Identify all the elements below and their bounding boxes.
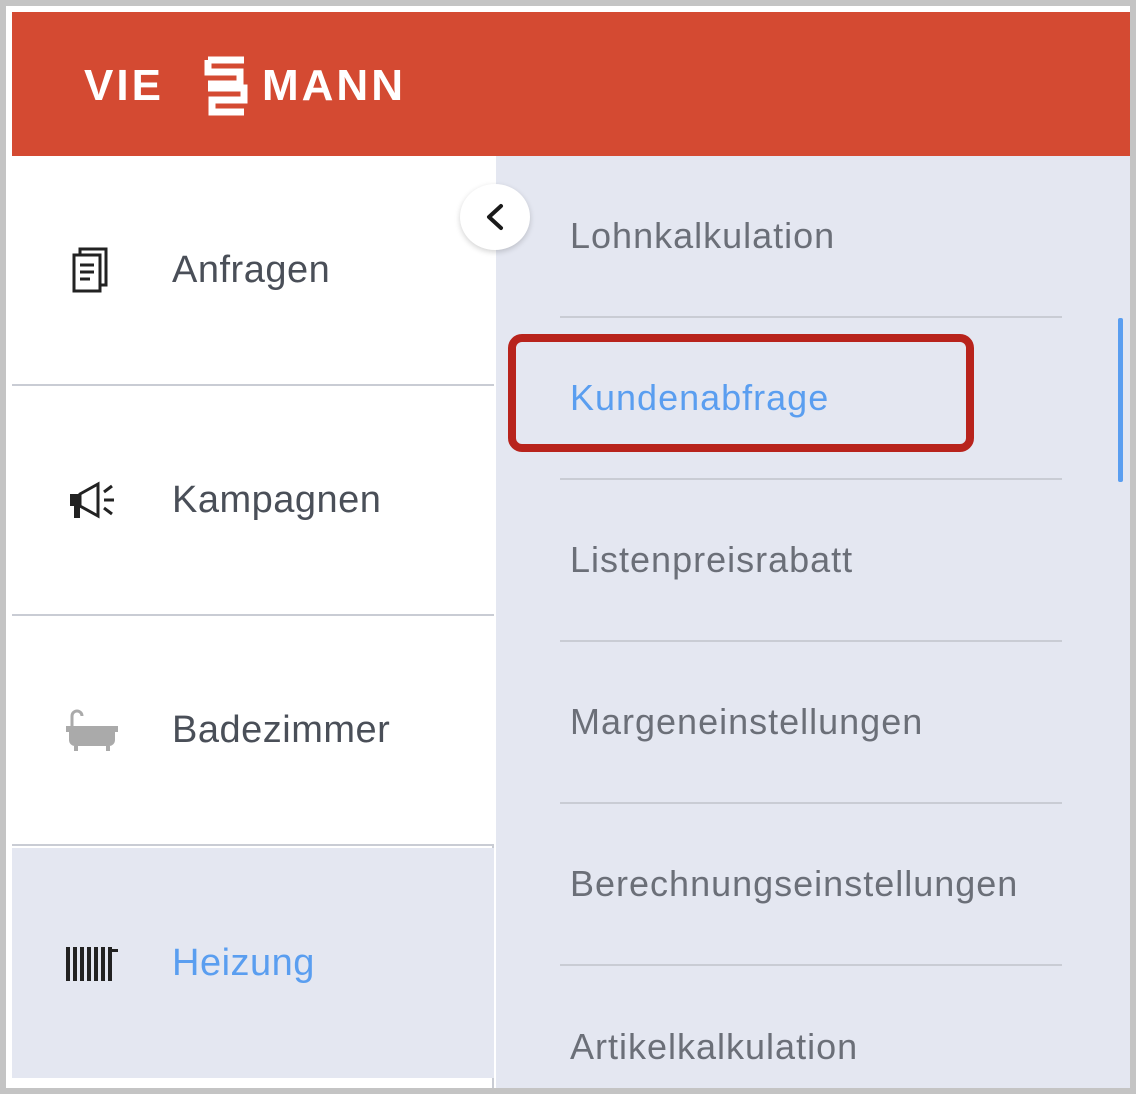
app-frame: VIE MANN Anfragen Kampagnen Badezimmer H… (0, 0, 1136, 1094)
submenu-item-margeneinstellungen[interactable]: Margeneinstellungen (560, 642, 1062, 804)
radiator-icon (62, 848, 122, 1078)
submenu-item-label: Margeneinstellungen (570, 701, 924, 742)
nav-item-badezimmer[interactable]: Badezimmer (12, 616, 494, 846)
submenu-item-berechnungseinstellungen[interactable]: Berechnungseinstellungen (560, 804, 1062, 966)
megaphone-icon (62, 386, 122, 614)
nav-item-kampagnen[interactable]: Kampagnen (12, 386, 494, 616)
submenu-item-label: Kundenabfrage (570, 377, 830, 418)
app-header: VIE MANN (12, 12, 1130, 156)
nav-item-heizung[interactable]: Heizung (12, 848, 494, 1078)
submenu-item-lohnkalkulation[interactable]: Lohnkalkulation (560, 156, 1062, 318)
nav-item-label: Badezimmer (172, 708, 391, 751)
submenu-panel: Lohnkalkulation Kundenabfrage Listenprei… (496, 156, 1130, 1088)
scrollbar-thumb[interactable] (1118, 318, 1123, 482)
svg-text:MANN: MANN (262, 61, 406, 110)
nav-item-anfragen[interactable]: Anfragen (12, 156, 494, 386)
submenu-item-label: Berechnungseinstellungen (570, 863, 1019, 904)
chevron-left-icon (487, 204, 503, 230)
viessmann-logo: VIE MANN (84, 56, 406, 116)
submenu-item-listenpreisrabatt[interactable]: Listenpreisrabatt (560, 480, 1062, 642)
document-icon (62, 156, 122, 384)
collapse-menu-button[interactable] (460, 184, 530, 250)
svg-text:VIE: VIE (84, 61, 164, 110)
nav-item-label: Kampagnen (172, 478, 382, 521)
nav-item-label: Anfragen (172, 248, 331, 291)
bathtub-icon (62, 616, 122, 844)
submenu-item-kundenabfrage[interactable]: Kundenabfrage (560, 318, 1062, 480)
main-nav: Anfragen Kampagnen Badezimmer Heizung (12, 156, 494, 1088)
submenu-item-label: Listenpreisrabatt (570, 539, 854, 580)
submenu-item-artikelkalkulation[interactable]: Artikelkalkulation (560, 966, 1062, 1088)
submenu-item-label: Artikelkalkulation (570, 1026, 859, 1067)
nav-item-label: Heizung (172, 941, 315, 984)
submenu-item-label: Lohnkalkulation (570, 215, 836, 256)
